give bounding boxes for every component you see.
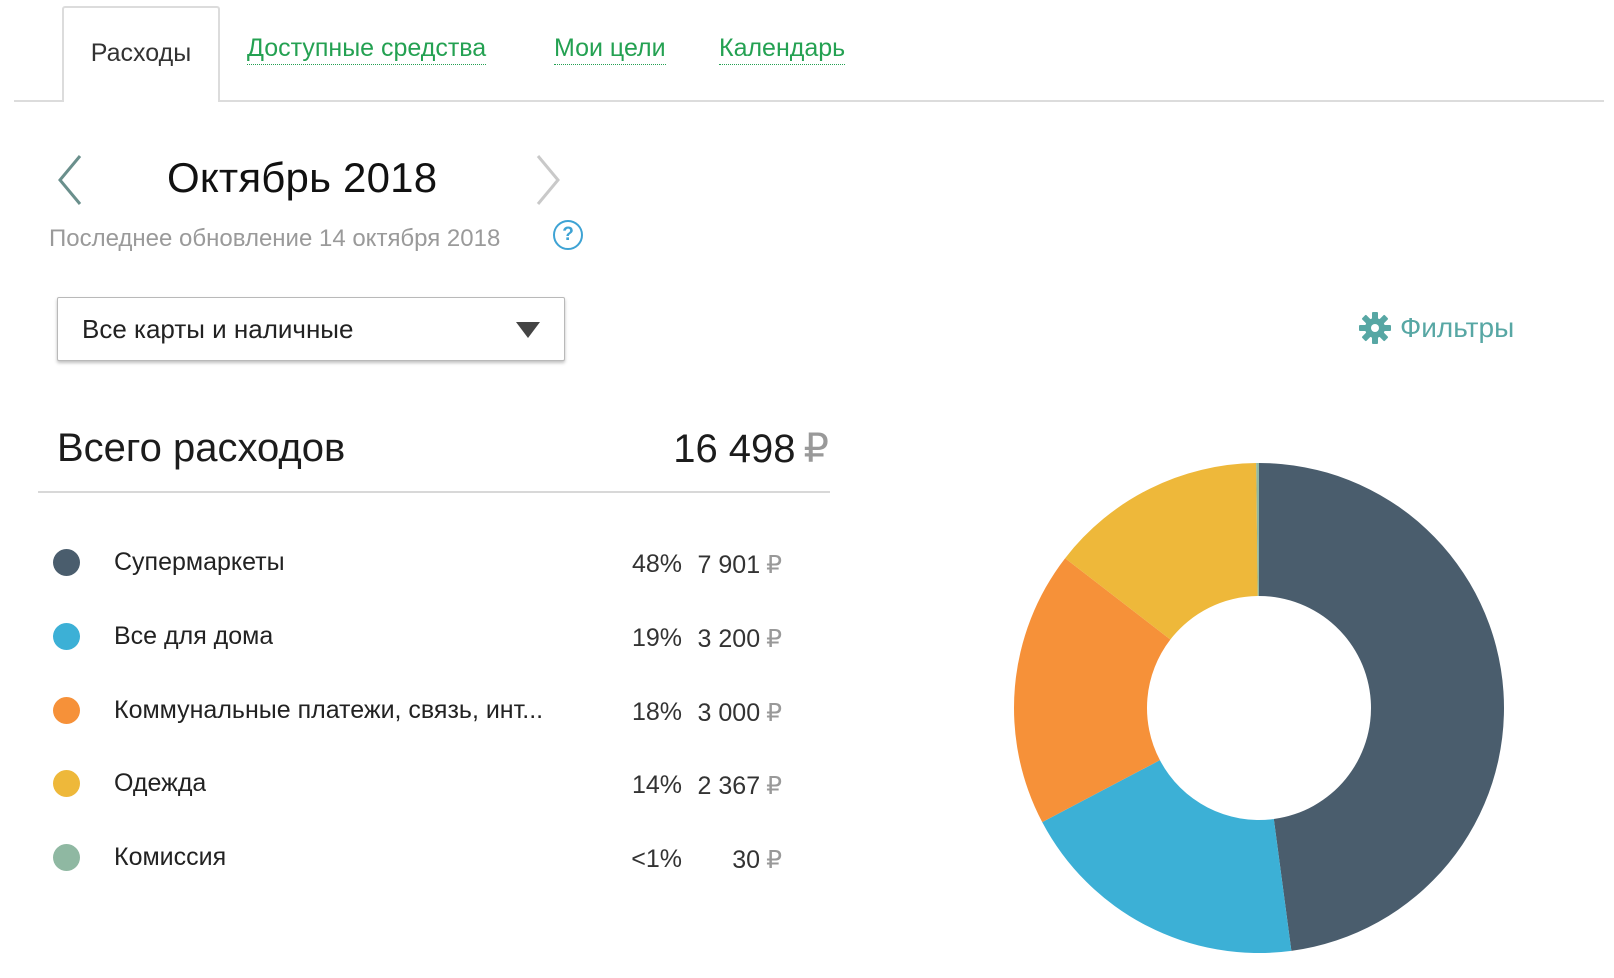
category-amount: 3 200 ₽ — [698, 624, 782, 654]
category-currency: ₽ — [766, 846, 782, 874]
category-currency: ₽ — [766, 551, 782, 579]
category-name: Все для дома — [114, 622, 274, 650]
tabs-divider — [14, 100, 1604, 102]
category-name: Супермаркеты — [114, 548, 285, 576]
filters-label: Фильтры — [1400, 312, 1515, 343]
total-label: Всего расходов — [57, 426, 346, 470]
account-select[interactable]: Все карты и наличные — [57, 297, 565, 361]
category-amount: 2 367 ₽ — [698, 771, 782, 801]
category-name: Одежда — [114, 769, 207, 797]
category-percent: 19% — [631, 624, 682, 652]
category-color-dot — [53, 844, 80, 871]
category-amount-value: 30 — [732, 846, 761, 874]
category-currency: ₽ — [766, 625, 782, 653]
caret-down-icon — [516, 322, 540, 338]
tab-expenses[interactable]: Расходы — [62, 6, 220, 102]
help-icon[interactable]: ? — [553, 220, 583, 250]
donut-slice-1 — [1259, 463, 1505, 951]
category-row-utilities[interactable]: Коммунальные платежи, связь, инт... 18% … — [0, 691, 830, 731]
category-percent: 18% — [631, 698, 682, 726]
total-divider — [38, 491, 830, 493]
category-percent: 14% — [631, 771, 682, 799]
tab-calendar[interactable]: Календарь — [719, 34, 846, 65]
total-amount-value: 16 498 — [673, 427, 796, 471]
expenses-donut-chart — [1014, 463, 1505, 953]
category-amount: 7 901 ₽ — [698, 550, 782, 580]
category-color-dot — [53, 697, 80, 724]
category-row-supermarkets[interactable]: Супермаркеты 48% 7 901 ₽ — [0, 543, 830, 583]
category-color-dot — [53, 549, 80, 576]
category-row-home[interactable]: Все для дома 19% 3 200 ₽ — [0, 617, 830, 657]
category-amount: 30 ₽ — [732, 845, 782, 875]
chevron-left-icon — [58, 155, 82, 205]
category-row-commission[interactable]: Комиссия <1% 30 ₽ — [0, 838, 830, 878]
category-amount-value: 3 200 — [697, 625, 761, 653]
tab-my-goals[interactable]: Мои цели — [554, 34, 666, 65]
category-amount: 3 000 ₽ — [698, 698, 782, 728]
category-color-dot — [53, 770, 80, 797]
filters-button[interactable]: Фильтры — [1358, 311, 1514, 345]
category-percent: <1% — [631, 845, 682, 873]
category-amount-value: 3 000 — [697, 699, 761, 727]
category-amount-value: 2 367 — [697, 772, 761, 800]
category-currency: ₽ — [766, 699, 782, 727]
category-amount-value: 7 901 — [697, 551, 761, 579]
tab-available-funds[interactable]: Доступные средства — [247, 34, 487, 65]
tab-expenses-label: Расходы — [90, 38, 192, 67]
category-name: Комиссия — [114, 843, 227, 871]
month-title: Октябрь 2018 — [167, 154, 438, 201]
total-currency: ₽ — [803, 427, 829, 471]
category-row-clothing[interactable]: Одежда 14% 2 367 ₽ — [0, 764, 830, 804]
gear-icon — [1359, 312, 1391, 344]
last-updated-text: Последнее обновление 14 октября 2018 — [49, 225, 501, 252]
next-month-button[interactable] — [530, 152, 566, 208]
category-currency: ₽ — [766, 772, 782, 800]
prev-month-button[interactable] — [52, 152, 88, 208]
chevron-right-icon — [536, 155, 560, 205]
account-select-value: Все карты и наличные — [82, 314, 354, 344]
category-color-dot — [53, 623, 80, 650]
category-percent: 48% — [631, 550, 682, 578]
total-amount: 16 498 ₽ — [673, 426, 829, 472]
category-name: Коммунальные платежи, связь, инт... — [114, 696, 544, 724]
